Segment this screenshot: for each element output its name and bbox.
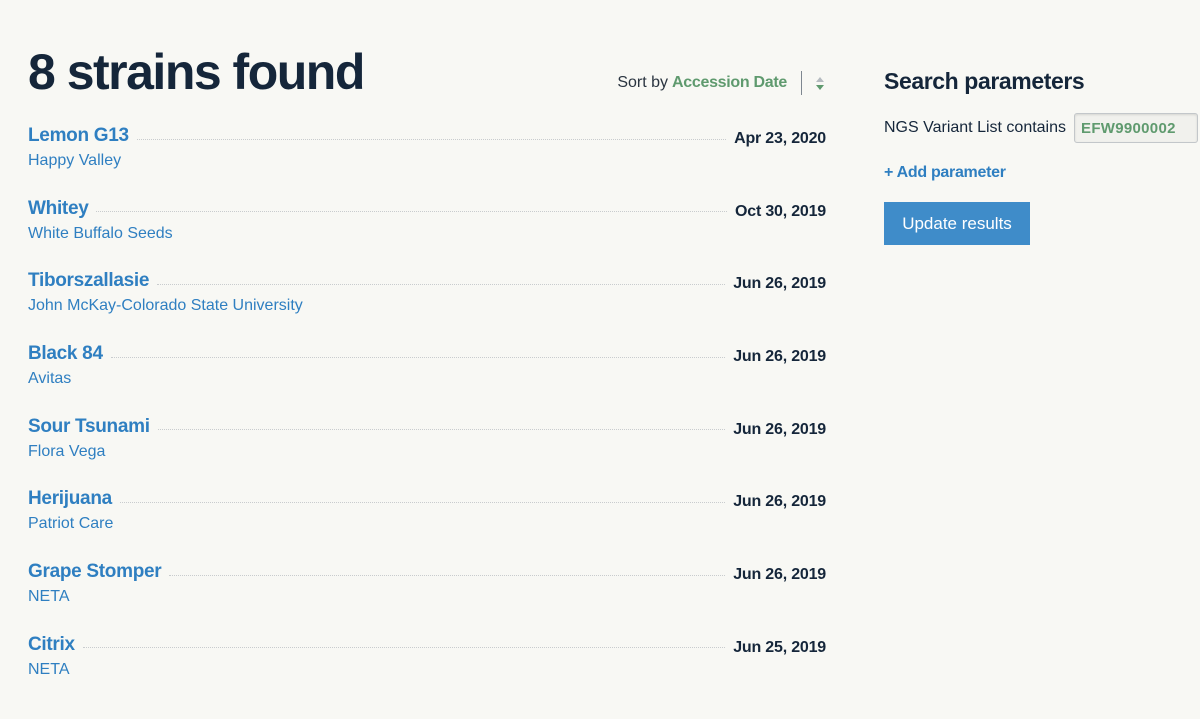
strain-name-link[interactable]: Herijuana	[28, 488, 112, 510]
dotted-leader	[119, 501, 726, 503]
strain-name-link[interactable]: Lemon G13	[28, 125, 129, 147]
strain-row: Citrix Jun 25, 2019	[28, 629, 826, 660]
strain-row: Herijuana Jun 26, 2019	[28, 483, 826, 514]
strain-name-link[interactable]: Citrix	[28, 634, 75, 656]
breeder-link[interactable]: Patriot Care	[28, 514, 826, 534]
breeder-link[interactable]: White Buffalo Seeds	[28, 224, 826, 244]
search-parameters-panel: Search parameters NGS Variant List conta…	[884, 64, 1200, 245]
sort-divider	[801, 71, 802, 95]
strain-row: Whitey Oct 30, 2019	[28, 193, 826, 224]
breeder-link[interactable]: Happy Valley	[28, 151, 826, 171]
list-item: Grape Stomper Jun 26, 2019 NETA	[28, 556, 826, 629]
sort-ascending-icon[interactable]	[816, 76, 824, 82]
dotted-leader	[157, 429, 726, 431]
strain-name-link[interactable]: Tiborszallasie	[28, 270, 149, 292]
strain-name-link[interactable]: Grape Stomper	[28, 561, 162, 583]
strain-date: Oct 30, 2019	[735, 202, 826, 220]
strain-row: Lemon G13 Apr 23, 2020	[28, 120, 826, 151]
dotted-leader	[169, 574, 726, 576]
dotted-leader	[96, 211, 727, 213]
parameter-value-input[interactable]	[1074, 113, 1199, 143]
strain-date: Jun 26, 2019	[733, 493, 826, 511]
list-item: Black 84 Jun 26, 2019 Avitas	[28, 338, 826, 411]
dotted-leader	[157, 283, 726, 285]
strain-date: Jun 26, 2019	[733, 348, 826, 366]
breeder-link[interactable]: NETA	[28, 660, 826, 680]
results-title: 8 strains found	[28, 44, 365, 100]
breeder-link[interactable]: Avitas	[28, 369, 826, 389]
sort-control[interactable]: Sort by Accession Date	[617, 70, 826, 96]
list-item: Sour Tsunami Jun 26, 2019 Flora Vega	[28, 411, 826, 484]
strain-name-link[interactable]: Whitey	[28, 198, 89, 220]
dotted-leader	[110, 356, 726, 358]
sort-descending-icon[interactable]	[816, 84, 824, 90]
dotted-leader	[82, 647, 726, 649]
breeder-link[interactable]: John McKay-Colorado State University	[28, 296, 826, 316]
list-item: Herijuana Jun 26, 2019 Patriot Care	[28, 483, 826, 556]
breeder-link[interactable]: Flora Vega	[28, 442, 826, 462]
dotted-leader	[136, 138, 727, 140]
strain-date: Jun 26, 2019	[733, 275, 826, 293]
strain-row: Grape Stomper Jun 26, 2019	[28, 556, 826, 587]
strain-name-link[interactable]: Black 84	[28, 343, 103, 365]
strain-date: Jun 25, 2019	[733, 638, 826, 656]
strain-name-link[interactable]: Sour Tsunami	[28, 416, 150, 438]
list-item: Whitey Oct 30, 2019 White Buffalo Seeds	[28, 193, 826, 266]
results-panel: 8 strains found Sort by Accession Date L…	[28, 40, 826, 702]
search-parameters-title: Search parameters	[884, 68, 1085, 94]
breeder-link[interactable]: NETA	[28, 587, 826, 607]
list-item: Tiborszallasie Jun 26, 2019 John McKay-C…	[28, 265, 826, 338]
parameter-row: NGS Variant List contains	[884, 112, 1200, 144]
strain-date: Apr 23, 2020	[734, 130, 826, 147]
page: 8 strains found Sort by Accession Date L…	[0, 0, 1200, 719]
strain-date: Jun 26, 2019	[733, 566, 826, 584]
sort-field-select[interactable]: Accession Date	[672, 74, 787, 92]
sort-arrows-icon[interactable]	[814, 76, 826, 90]
list-item: Lemon G13 Apr 23, 2020 Happy Valley	[28, 120, 826, 193]
list-item: Citrix Jun 25, 2019 NETA	[28, 629, 826, 702]
strain-row: Black 84 Jun 26, 2019	[28, 338, 826, 369]
update-results-button[interactable]: Update results	[884, 202, 1030, 245]
results-header: 8 strains found Sort by Accession Date	[28, 40, 826, 120]
strain-row: Tiborszallasie Jun 26, 2019	[28, 265, 826, 296]
strain-date: Jun 26, 2019	[733, 420, 826, 438]
sort-label: Sort by	[617, 74, 669, 91]
add-parameter-link[interactable]: + Add parameter	[884, 164, 1006, 182]
strain-list: Lemon G13 Apr 23, 2020 Happy Valley Whit…	[28, 120, 826, 702]
parameter-label: NGS Variant List contains	[884, 119, 1067, 136]
strain-row: Sour Tsunami Jun 26, 2019	[28, 411, 826, 442]
